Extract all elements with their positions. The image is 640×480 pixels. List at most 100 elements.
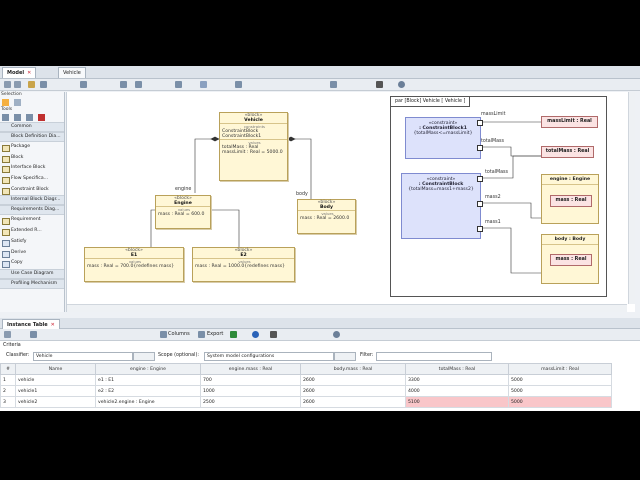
part-body[interactable]: body : Body mass : Real <box>541 234 599 284</box>
anchor-icon[interactable] <box>26 114 33 121</box>
gear-icon[interactable] <box>270 331 277 338</box>
constraint-block-1[interactable]: «constraint» : ConstraintBlock1 {totalMa… <box>405 117 481 159</box>
classifier-field[interactable]: Vehicle <box>33 352 133 361</box>
port-masslimit[interactable] <box>477 120 483 126</box>
columns-button[interactable]: Columns <box>168 330 190 339</box>
add-row-icon[interactable] <box>30 331 37 338</box>
marquee-icon[interactable] <box>14 99 21 106</box>
cell-body-mass[interactable]: 2600 <box>300 374 406 386</box>
parametric-diagram-frame[interactable]: par [Block] Vehicle [ Vehicle ] «constra… <box>390 96 607 297</box>
palette-group-req[interactable]: Requirements Diag... <box>0 205 64 216</box>
column-header[interactable]: # <box>0 363 16 375</box>
cell-body-mass[interactable]: 2600 <box>300 396 406 408</box>
close-icon[interactable]: ✕ <box>27 70 31 76</box>
port-mass1[interactable] <box>477 226 483 232</box>
print-icon[interactable] <box>40 81 47 88</box>
palette-item-satisfy[interactable]: Satisfy <box>0 237 64 248</box>
close-icon[interactable]: ✕ <box>51 322 55 328</box>
palette-item-requirement[interactable]: Requirement <box>0 215 64 226</box>
palette-group-bdd[interactable]: Block Definition Dia... <box>0 132 64 142</box>
column-header[interactable]: engine.mass : Real <box>200 363 301 375</box>
column-header[interactable]: Name <box>15 363 96 375</box>
refresh-icon[interactable] <box>252 331 259 338</box>
pointer-icon[interactable] <box>2 99 9 106</box>
palette-item-extended-req[interactable]: Extended R... <box>0 226 64 237</box>
column-header[interactable]: engine : Engine <box>95 363 201 375</box>
column-header[interactable]: totalMass : Real <box>405 363 509 375</box>
palette-item-constraint-block[interactable]: Constraint Block <box>0 185 64 196</box>
scope-field[interactable]: System model configurations <box>204 352 334 361</box>
cell-body-mass[interactable]: 2600 <box>300 385 406 397</box>
tab-model[interactable]: Model ✕ <box>2 67 37 78</box>
port-mass2[interactable] <box>477 201 483 207</box>
property-masslimit[interactable]: massLimit : Real <box>541 116 598 128</box>
fill-icon[interactable] <box>330 81 337 88</box>
folder-icon[interactable] <box>28 81 35 88</box>
back-icon[interactable] <box>4 331 11 338</box>
table-row[interactable]: 3 vehicle2 vehicle2.engine : Engine 2500… <box>0 396 612 408</box>
gear-icon[interactable] <box>376 81 383 88</box>
tab-vehicle[interactable]: Vehicle <box>58 67 86 78</box>
note-icon[interactable] <box>2 114 9 121</box>
classifier-browse-button[interactable] <box>133 352 155 361</box>
link-icon[interactable] <box>14 114 21 121</box>
cell-name[interactable]: vehicle2 <box>15 396 96 408</box>
columns-icon[interactable] <box>160 331 167 338</box>
palette-group-ibd[interactable]: Internal Block Diagr... <box>0 195 64 206</box>
format-icon[interactable] <box>200 81 207 88</box>
block-vehicle[interactable]: «block» Vehicle constraints ConstraintBl… <box>219 112 288 181</box>
back-icon[interactable] <box>4 81 11 88</box>
export-button[interactable]: Export <box>207 330 223 339</box>
zoom-icon[interactable] <box>175 81 182 88</box>
palette-group-common[interactable]: Common <box>0 122 64 132</box>
block-engine[interactable]: «block» Engine values mass : Real = 600.… <box>155 195 211 229</box>
property-engine-mass[interactable]: mass : Real <box>550 195 592 207</box>
cell-engine-mass[interactable]: 1000 <box>200 385 301 397</box>
cell-engine[interactable]: e2 : E2 <box>95 385 201 397</box>
port-totalmass[interactable] <box>477 145 483 151</box>
grid-icon[interactable] <box>235 81 242 88</box>
palette-item-block[interactable]: Block <box>0 153 64 164</box>
cell-engine-mass[interactable]: 700 <box>200 374 301 386</box>
search-icon[interactable] <box>333 331 340 338</box>
block-e1[interactable]: «block» E1 values mass : Real = 700.0{re… <box>84 247 184 282</box>
search-icon[interactable] <box>398 81 405 88</box>
align-icon[interactable] <box>120 81 127 88</box>
table-row[interactable]: 2 vehicle1 e2 : E2 1000 2600 4000 5000 <box>0 385 612 397</box>
scope-browse-button[interactable] <box>334 352 356 361</box>
column-header[interactable]: body.mass : Real <box>300 363 406 375</box>
layout-icon[interactable] <box>135 81 142 88</box>
cell-name[interactable]: vehicle <box>15 374 96 386</box>
cell-mass-limit[interactable]: 5000 <box>508 374 612 386</box>
cell-total-mass[interactable]: 3300 <box>405 374 509 386</box>
block-body[interactable]: «block» Body values mass : Real = 2600.0 <box>297 199 356 234</box>
palette-group-usecase[interactable]: Use Case Diagram <box>0 268 64 279</box>
excel-icon[interactable] <box>230 331 237 338</box>
cell-total-mass-violation[interactable]: 5100 <box>405 396 509 408</box>
property-totalmass[interactable]: totalMass : Real <box>541 146 594 158</box>
block-e2[interactable]: «block» E2 values mass : Real = 1000.0{r… <box>192 247 295 282</box>
cell-total-mass[interactable]: 4000 <box>405 385 509 397</box>
cell-name[interactable]: vehicle1 <box>15 385 96 397</box>
vertical-scrollbar[interactable] <box>628 92 635 304</box>
export-icon[interactable] <box>198 331 205 338</box>
diagram-canvas[interactable]: «block» Vehicle constraints ConstraintBl… <box>66 92 635 312</box>
property-body-mass[interactable]: mass : Real <box>550 254 592 266</box>
palette-item-package[interactable]: Package <box>0 142 64 153</box>
horizontal-scrollbar[interactable] <box>67 304 627 312</box>
palette-item-flow-spec[interactable]: Flow Specifica... <box>0 174 64 185</box>
select-icon[interactable] <box>80 81 87 88</box>
part-engine[interactable]: engine : Engine mass : Real <box>541 174 599 224</box>
cell-engine[interactable]: e1 : E1 <box>95 374 201 386</box>
port-totalmass-2[interactable] <box>477 176 483 182</box>
palette-item-derive[interactable]: Derive <box>0 248 64 259</box>
cell-engine[interactable]: vehicle2.engine : Engine <box>95 396 201 408</box>
palette-item-interface-block[interactable]: Interface Block <box>0 163 64 174</box>
cell-engine-mass[interactable]: 2500 <box>200 396 301 408</box>
forward-icon[interactable] <box>14 81 21 88</box>
palette-item-copy[interactable]: Copy <box>0 258 64 269</box>
palette-group-profiling[interactable]: Profiling Mechanism <box>0 278 64 289</box>
text-icon[interactable] <box>38 114 45 121</box>
filter-input[interactable] <box>376 352 492 361</box>
cell-mass-limit-violation[interactable]: 5000 <box>508 396 612 408</box>
